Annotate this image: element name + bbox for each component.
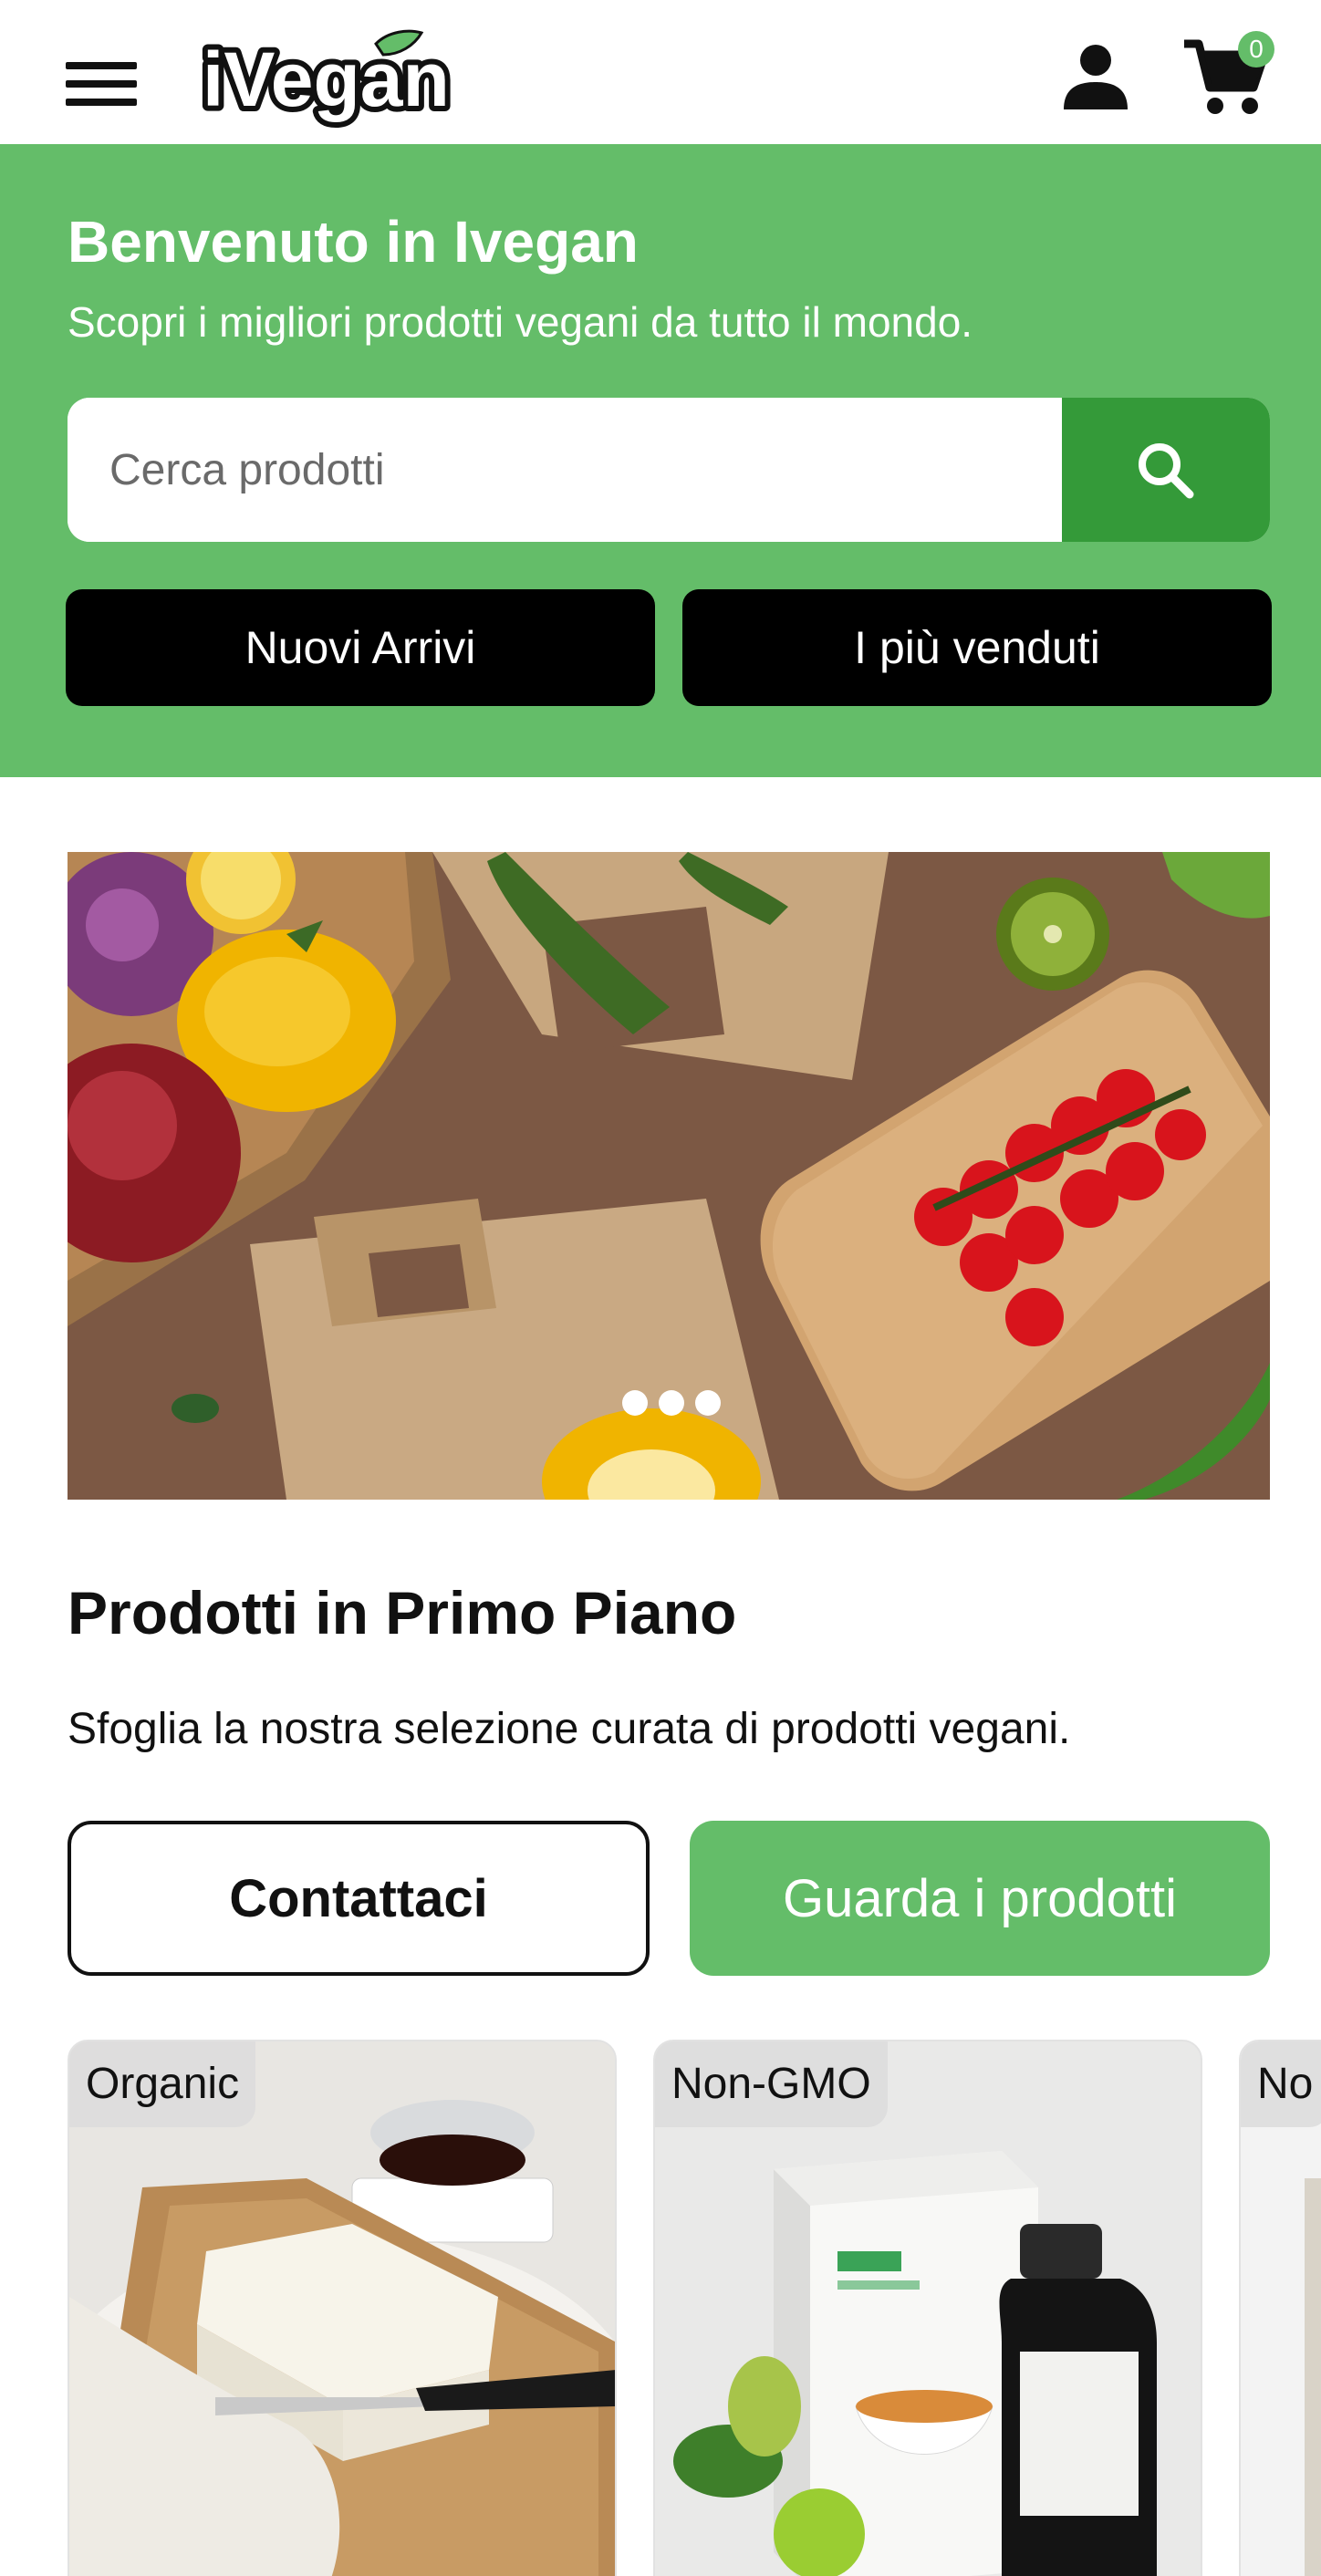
search-input[interactable] [68,398,1062,542]
carousel-indicators [622,1390,721,1416]
contact-button[interactable]: Contattaci [68,1821,650,1976]
cart-count-badge: 0 [1238,31,1274,68]
carousel-dot[interactable] [695,1390,721,1416]
hero-subtitle: Scopri i migliori prodotti vegani da tut… [68,298,973,346]
view-products-button[interactable]: Guarda i prodotti [690,1821,1270,1976]
carousel-dot[interactable] [622,1390,648,1416]
top-bar: iVegan iVegan 0 [0,0,1321,144]
hero-title: Benvenuto in Ivegan [68,209,639,275]
product-tag: Organic [69,2041,256,2127]
carousel-dot[interactable] [659,1390,684,1416]
product-card[interactable]: Organic [68,2040,617,2576]
new-arrivals-button[interactable]: Nuovi Arrivi [66,589,655,706]
best-sellers-button[interactable]: I più venduti [682,589,1272,706]
featured-title: Prodotti in Primo Piano [68,1579,737,1646]
user-icon[interactable] [1060,42,1131,113]
welcome-hero: Benvenuto in Ivegan Scopri i migliori pr… [0,144,1321,777]
product-card[interactable]: Non-GMO [653,2040,1202,2576]
ivegan-logo[interactable]: iVegan iVegan [197,27,462,133]
search-button[interactable] [1062,398,1270,542]
product-card[interactable]: No [1239,2040,1321,2576]
svg-text:iVegan: iVegan [203,36,450,122]
search-icon [1139,443,1194,499]
product-tag: No [1241,2041,1321,2127]
banner-carousel[interactable] [68,852,1270,1500]
product-tag: Non-GMO [655,2041,888,2127]
search-bar [68,398,1270,542]
featured-description: Sfoglia la nostra selezione curata di pr… [68,1705,1071,1753]
menu-icon[interactable] [66,55,137,113]
